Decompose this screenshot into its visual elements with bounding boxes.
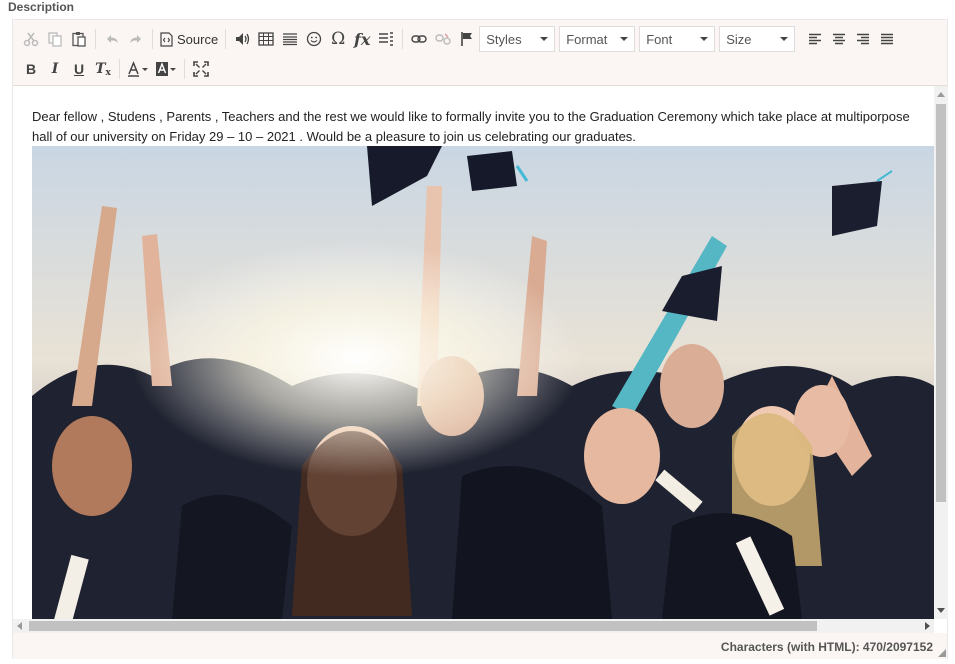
audio-icon[interactable] — [230, 26, 254, 52]
editor-toolbar: Source Ω fx Styles Format Font Size B I … — [13, 20, 947, 86]
chevron-down-icon — [780, 37, 789, 41]
toolbar-row-2: B I U Tx — [19, 55, 213, 83]
redo-icon[interactable] — [124, 26, 148, 52]
description-label: Description — [8, 0, 75, 14]
unlink-icon[interactable] — [431, 26, 455, 52]
font-label: Font — [646, 31, 673, 47]
editor-content-area[interactable]: Dear fellow , Studens , Parents , Teache… — [13, 86, 934, 619]
styles-dropdown[interactable]: Styles — [479, 26, 556, 52]
source-label: Source — [177, 31, 219, 47]
graduation-photo — [32, 146, 934, 619]
chevron-down-icon — [540, 37, 549, 41]
text-color-icon[interactable] — [124, 56, 152, 82]
chevron-down-icon — [620, 37, 629, 41]
resize-handle-icon[interactable] — [938, 649, 946, 657]
justify-icon[interactable] — [875, 26, 899, 52]
cut-icon[interactable] — [19, 26, 43, 52]
scroll-right-icon[interactable] — [925, 622, 930, 630]
editor-statusbar: Characters (with HTML): 470/2097152 — [13, 633, 947, 659]
scroll-left-icon[interactable] — [17, 622, 22, 630]
toolbar-separator — [225, 29, 227, 49]
horizontal-line-icon[interactable] — [278, 26, 302, 52]
paste-icon[interactable] — [67, 26, 91, 52]
format-label: Format — [566, 31, 608, 47]
remove-format-icon[interactable]: Tx — [91, 56, 115, 82]
bold-icon[interactable]: B — [19, 56, 43, 82]
vertical-scroll-thumb[interactable] — [936, 104, 946, 502]
formula-icon[interactable]: fx — [350, 26, 374, 52]
scroll-down-icon[interactable] — [937, 608, 945, 613]
toolbar-separator — [119, 59, 120, 79]
copy-icon[interactable] — [43, 26, 67, 52]
smiley-icon[interactable] — [302, 26, 326, 52]
rich-text-editor: Source Ω fx Styles Format Font Size B I … — [12, 19, 948, 659]
maximize-icon[interactable] — [189, 56, 213, 82]
horizontal-scrollbar[interactable] — [13, 619, 934, 633]
source-button[interactable]: Source — [157, 26, 221, 52]
align-right-icon[interactable] — [851, 26, 875, 52]
toolbar-separator — [184, 59, 185, 79]
insert-list-icon[interactable] — [374, 26, 398, 52]
character-count: Characters (with HTML): 470/2097152 — [720, 640, 933, 654]
table-icon[interactable] — [254, 26, 278, 52]
toolbar-row-1: Source Ω fx Styles Format Font Size — [19, 25, 899, 53]
align-left-icon[interactable] — [803, 26, 827, 52]
background-color-icon[interactable] — [152, 56, 180, 82]
font-dropdown[interactable]: Font — [639, 26, 716, 52]
styles-label: Styles — [486, 31, 522, 47]
vertical-scrollbar[interactable] — [934, 86, 948, 619]
link-icon[interactable] — [407, 26, 431, 52]
format-dropdown[interactable]: Format — [559, 26, 636, 52]
toolbar-separator — [152, 29, 153, 49]
toolbar-separator — [402, 29, 404, 49]
special-char-icon[interactable]: Ω — [326, 26, 350, 52]
source-icon — [160, 31, 173, 47]
chevron-down-icon — [700, 37, 709, 41]
invitation-paragraph: Dear fellow , Studens , Parents , Teache… — [32, 109, 910, 144]
size-label: Size — [726, 31, 752, 47]
undo-icon[interactable] — [100, 26, 124, 52]
size-dropdown[interactable]: Size — [719, 26, 796, 52]
horizontal-scroll-thumb[interactable] — [29, 621, 817, 631]
underline-icon[interactable]: U — [67, 56, 91, 82]
toolbar-separator — [95, 29, 96, 49]
anchor-icon[interactable] — [455, 26, 479, 52]
scroll-up-icon[interactable] — [937, 92, 945, 97]
italic-icon[interactable]: I — [43, 56, 67, 82]
align-center-icon[interactable] — [827, 26, 851, 52]
